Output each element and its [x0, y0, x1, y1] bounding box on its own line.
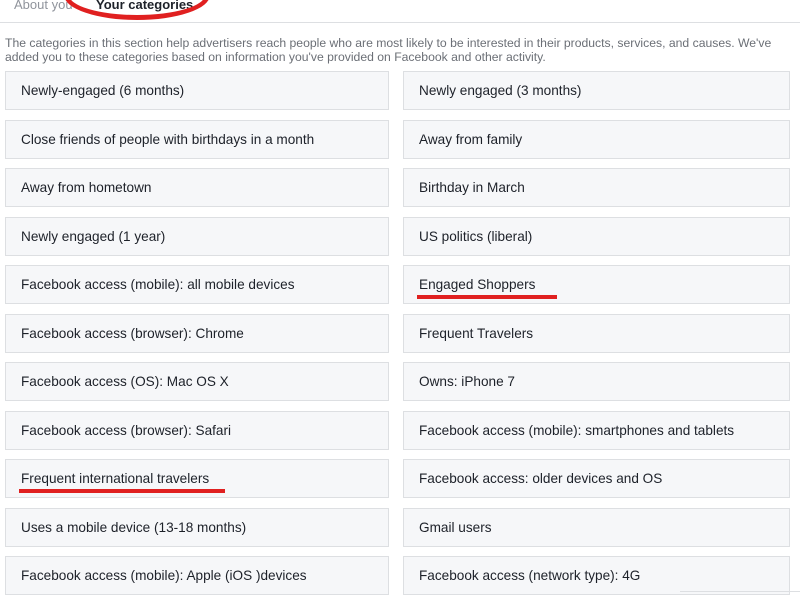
category-label: Away from hometown	[21, 180, 152, 195]
category-label: Newly engaged (1 year)	[21, 228, 166, 244]
red-circle-annotation	[64, 0, 210, 20]
categories-description: The categories in this section help adve…	[5, 36, 772, 64]
category-label: Engaged Shoppers	[419, 277, 536, 292]
bottom-right-edge	[680, 591, 800, 598]
category-item[interactable]: Newly engaged (1 year)	[5, 216, 389, 256]
category-label: Birthday in March	[419, 180, 525, 195]
category-item[interactable]: Facebook access (network type): 4G	[403, 556, 790, 595]
category-item[interactable]: Facebook access (mobile): all mobile dev…	[5, 265, 389, 304]
category-label: Facebook access (mobile): smartphones an…	[419, 422, 735, 438]
category-item[interactable]: US politics (liberal)	[403, 216, 790, 256]
category-label: Close friends of people with birthdays i…	[21, 131, 315, 147]
category-item[interactable]: Facebook access (browser): Safari	[5, 410, 389, 450]
category-item[interactable]: Frequent Travelers	[403, 313, 790, 353]
tab-bar: About you Your categories	[0, 0, 800, 23]
category-item[interactable]: Newly-engaged (6 months)	[5, 71, 389, 110]
category-item[interactable]: Away from family	[403, 119, 790, 159]
category-label: Facebook access (mobile): all mobile dev…	[21, 277, 295, 292]
category-item[interactable]: Newly engaged (3 months)	[403, 71, 790, 110]
category-item[interactable]: Facebook access: older devices and OS	[403, 459, 790, 498]
category-label: Newly-engaged (6 months)	[21, 83, 185, 98]
category-label: Facebook access (OS): Mac OS X	[21, 374, 229, 389]
category-item[interactable]: Gmail users	[403, 507, 790, 547]
category-label: Facebook access (network type): 4G	[419, 568, 641, 583]
category-item[interactable]: Birthday in March	[403, 168, 790, 207]
tab-about-you[interactable]: About you	[14, 0, 72, 12]
category-label: US politics (liberal)	[419, 228, 533, 244]
category-label: Newly engaged (3 months)	[419, 83, 582, 98]
category-label: Frequent Travelers	[419, 325, 534, 341]
category-item[interactable]: Facebook access (mobile): smartphones an…	[403, 410, 790, 450]
category-item[interactable]: Away from hometown	[5, 168, 389, 207]
category-label: Facebook access: older devices and OS	[419, 471, 663, 486]
category-label: Frequent international travelers	[21, 471, 210, 486]
category-label: Away from family	[419, 131, 523, 147]
red-underline-annotation	[417, 295, 557, 299]
category-item[interactable]: Facebook access (browser): Chrome	[5, 313, 389, 353]
category-label: Facebook access (browser): Safari	[21, 422, 232, 438]
category-item[interactable]: Facebook access (mobile): Apple (iOS )de…	[5, 556, 389, 595]
category-label: Facebook access (mobile): Apple (iOS )de…	[21, 568, 307, 583]
category-item[interactable]: Engaged Shoppers	[403, 265, 790, 304]
category-label: Facebook access (browser): Chrome	[21, 325, 244, 341]
category-label: Gmail users	[419, 519, 492, 535]
categories-grid: Newly-engaged (6 months) Newly engaged (…	[5, 71, 795, 595]
category-label: Uses a mobile device (13-18 months)	[21, 519, 247, 535]
category-item[interactable]: Facebook access (OS): Mac OS X	[5, 362, 389, 401]
red-underline-annotation	[19, 489, 225, 493]
category-label: Owns: iPhone 7	[419, 374, 515, 389]
category-item[interactable]: Frequent international travelers	[5, 459, 389, 498]
category-item[interactable]: Uses a mobile device (13-18 months)	[5, 507, 389, 547]
category-item[interactable]: Owns: iPhone 7	[403, 362, 790, 401]
category-item[interactable]: Close friends of people with birthdays i…	[5, 119, 389, 159]
